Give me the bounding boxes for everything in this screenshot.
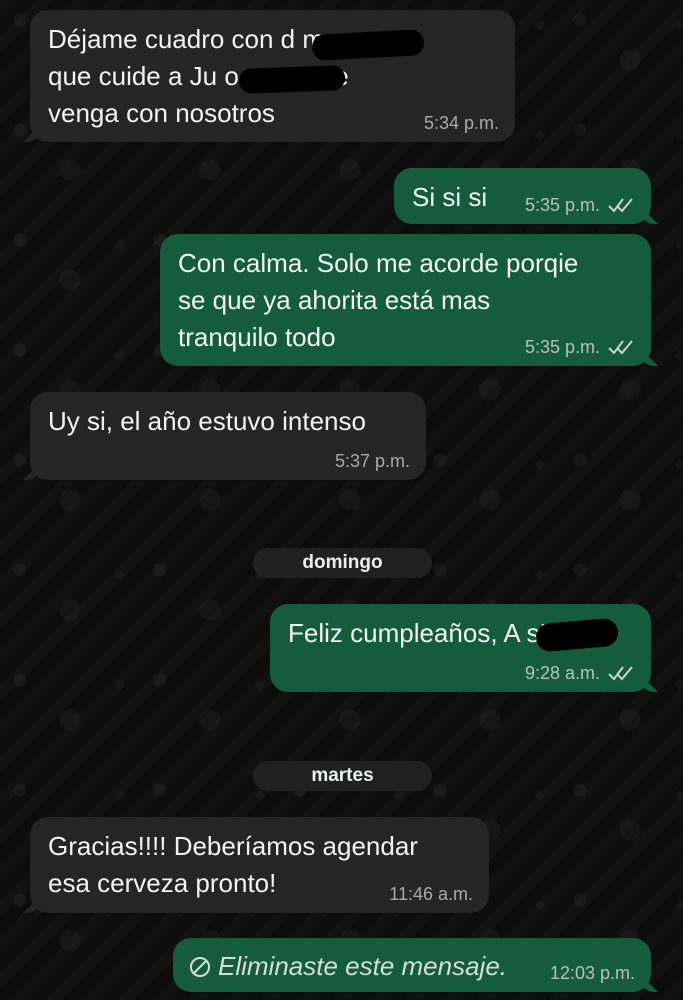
message-text: Gracias!!!! Deberíamos agendar esa cerve… xyxy=(48,831,418,898)
message-text: Si si si xyxy=(412,182,488,212)
redaction-mark xyxy=(311,29,425,61)
double-check-icon xyxy=(608,666,633,681)
message-meta: 9:28 a.m. xyxy=(525,664,635,682)
date-separator: martes xyxy=(253,761,432,791)
message-meta: 5:35 p.m. xyxy=(525,196,635,214)
message-text: Con calma. Solo me acorde porqie se que … xyxy=(178,248,579,352)
message-time: 5:37 p.m. xyxy=(334,451,410,471)
deleted-message-text: Eliminaste este mensaje. xyxy=(218,951,508,981)
incoming-message-bubble[interactable]: Gracias!!!! Deberíamos agendar esa cerve… xyxy=(30,817,489,913)
message-time: 5:34 p.m. xyxy=(423,113,499,133)
message-text: Feliz cumpleaños, A s! xyxy=(288,618,547,648)
message-time: 11:46 a.m. xyxy=(389,884,473,904)
redaction-mark xyxy=(238,65,346,94)
message-time: 9:28 a.m. xyxy=(524,663,600,683)
deleted-message-label: Eliminaste este mensaje. xyxy=(188,948,507,985)
deleted-message-bubble[interactable]: Eliminaste este mensaje. 12:03 p.m. xyxy=(173,938,651,992)
date-separator: domingo xyxy=(253,548,432,578)
message-meta: 5:35 p.m. xyxy=(525,338,635,356)
redaction-mark xyxy=(534,617,620,653)
message-meta: 12:03 p.m. xyxy=(550,964,635,982)
chat-thread: Déjame cuadro con d ma para que cuide a … xyxy=(0,0,683,1000)
message-time: 5:35 p.m. xyxy=(524,337,600,357)
incoming-message-bubble[interactable]: Uy si, el año estuvo intenso 5:37 p.m. xyxy=(30,392,426,480)
message-time: 5:35 p.m. xyxy=(524,195,600,215)
blocked-circle-icon xyxy=(190,956,210,977)
outgoing-message-bubble[interactable]: Si si si 5:35 p.m. xyxy=(394,168,651,224)
double-check-icon xyxy=(608,340,633,355)
incoming-message-bubble[interactable]: Déjame cuadro con d ma para que cuide a … xyxy=(30,10,515,142)
outgoing-message-bubble[interactable]: Con calma. Solo me acorde porqie se que … xyxy=(160,234,651,366)
message-time: 12:03 p.m. xyxy=(549,963,635,983)
double-check-icon xyxy=(608,198,633,213)
message-meta: 5:37 p.m. xyxy=(335,452,410,470)
message-meta: 5:34 p.m. xyxy=(424,114,499,132)
outgoing-message-bubble[interactable]: Feliz cumpleaños, A s! 9:28 a.m. xyxy=(270,604,651,692)
message-text: Uy si, el año estuvo intenso xyxy=(48,406,366,436)
message-meta: 11:46 a.m. xyxy=(389,885,473,903)
